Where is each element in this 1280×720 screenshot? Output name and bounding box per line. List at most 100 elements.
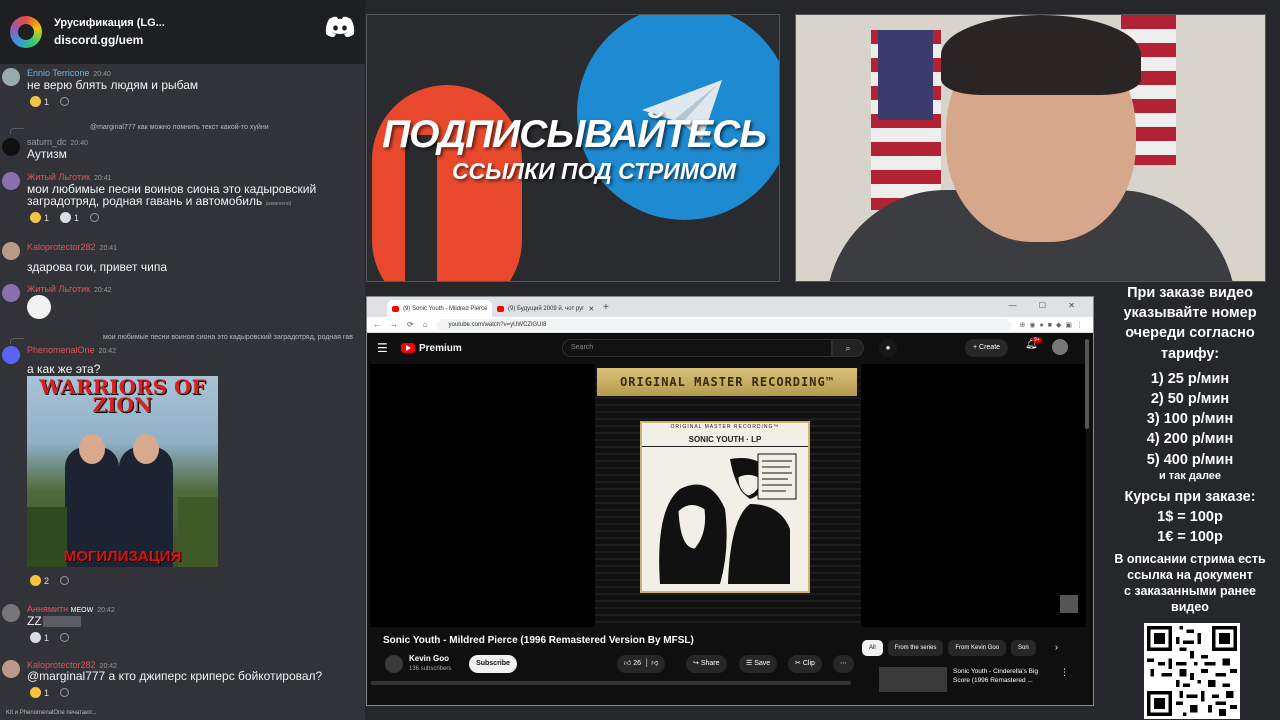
chat-message: Kaloprotector282 20:42 @marginal777 а кто… [0, 658, 365, 702]
subscribe-banner: ПОДПИСЫВАЙТЕСЬ ССЫЛКИ ПОД СТРИМОМ [366, 14, 780, 282]
username: PhenomenalOne 20:42 [27, 345, 117, 355]
thumbs-down-icon[interactable]: 👎︎ [651, 660, 658, 667]
youtube-logo[interactable]: Premium [401, 343, 462, 354]
qr-code-icon [1147, 626, 1237, 716]
add-reaction-icon[interactable] [90, 213, 100, 222]
chip-related[interactable]: Son [1011, 640, 1036, 656]
sticker-image [27, 295, 51, 319]
tab-bar: (9) Sonic Youth - Mildred Pierce✕ (9) Бу… [367, 297, 1093, 317]
discord-logo-icon [325, 16, 355, 37]
notification-count-badge: 9+ [1032, 337, 1042, 343]
extension-icons[interactable]: ⊕◉●■◆▣⋮ [1020, 321, 1087, 329]
avatar [2, 172, 20, 190]
horizontal-scrollbar[interactable] [371, 681, 851, 685]
reply-preview[interactable]: мои любимые песни воинов сиона это кадыр… [103, 334, 353, 341]
thumbs-up-icon: 👍︎ [624, 660, 632, 667]
chip-from-channel[interactable]: From Kevin Goo [948, 640, 1007, 656]
banner-subline: ССЫЛКИ ПОД СТРИМОМ [451, 158, 737, 184]
album-banner: ORIGINAL MASTER RECORDING™ [597, 368, 857, 396]
youtube-favicon-icon [497, 305, 504, 312]
save-button[interactable]: ☰ Save [739, 655, 778, 673]
subscriber-count: 136 subscribers [409, 666, 452, 672]
share-icon: ↪ [693, 660, 699, 667]
username: Житый Льготик 20:42 [27, 284, 112, 294]
video-player[interactable]: ORIGINAL MASTER RECORDING™ ORIGINAL MAST… [370, 364, 1086, 627]
reaction-bar[interactable]: 1 1 [30, 212, 100, 223]
chat-header: Урусификация (LG... discord.gg/uem [0, 0, 365, 64]
address-bar: ← → ⟳ ⌂ youtube.com/watch?v=yUWCZlGUI8 ⊕… [367, 317, 1093, 333]
chat-message: Житый Льготик 20:42 [0, 282, 365, 324]
related-filter-chips: All From the series From Kevin Goo Son [862, 640, 1036, 656]
page-scrollbar[interactable] [1085, 339, 1089, 429]
chat-message: Аннямитн MEOW 20:42 ZZ 1 [0, 602, 365, 648]
create-button[interactable]: + Create [965, 339, 1009, 357]
channel-name[interactable]: Kevin Goo [409, 654, 449, 663]
username: Житый Льготик 20:41 [27, 172, 112, 182]
message-text: а как же эта? [27, 362, 101, 376]
subscribe-button[interactable]: Subscribe [469, 655, 517, 673]
album-artwork [659, 453, 797, 584]
reload-icon[interactable]: ⟳ [407, 320, 414, 329]
like-button[interactable]: 👍︎ 26 │ 👎︎ [617, 655, 666, 673]
home-icon[interactable]: ⌂ [423, 320, 428, 329]
chevron-right-icon[interactable]: › [1055, 642, 1058, 652]
emoji-icon [30, 96, 41, 107]
chat-message: Ennio Terricone 20:40 не верю блять людям… [0, 66, 365, 110]
watermark-thumbnail [1060, 595, 1078, 613]
order-info-panel: При заказе видео указывайте номер очеред… [1114, 285, 1266, 615]
add-reaction-icon[interactable] [60, 97, 70, 106]
add-reaction-icon[interactable] [60, 688, 70, 697]
reaction-bar[interactable]: 1 [30, 96, 70, 107]
meme-caption-top: WARRIORS OF ZION [39, 376, 206, 417]
meme-image[interactable]: WARRIORS OF ZION МОГИЛИЗАЦИЯ [27, 376, 218, 567]
chip-all[interactable]: All [862, 640, 883, 656]
new-tab-button[interactable]: + [603, 302, 609, 313]
message-text: здарова гои, привет чипа [27, 260, 168, 274]
recommended-thumbnail[interactable] [879, 667, 947, 692]
add-reaction-icon[interactable] [60, 633, 70, 642]
avatar [2, 660, 20, 678]
avatar [2, 242, 20, 260]
recommended-title[interactable]: Sonic Youth - Cinderella's Big Score (19… [953, 667, 1048, 685]
username: Kaloprotector282 20:41 [27, 242, 118, 252]
hamburger-menu-icon[interactable]: ☰ [377, 341, 395, 355]
forward-icon[interactable]: → [390, 320, 398, 329]
discord-chat-overlay: Урусификация (LG... discord.gg/uem Ennio… [0, 0, 365, 720]
reaction-bar[interactable]: 2 [30, 575, 70, 586]
microphone-icon[interactable]: ● [879, 339, 897, 357]
back-icon[interactable]: ← [373, 320, 381, 329]
video-title: Sonic Youth - Mildred Pierce (1996 Remas… [383, 635, 694, 646]
more-actions-button[interactable]: ⋯ [833, 655, 854, 673]
browser-tab[interactable]: (9) Sonic Youth - Mildred Pierce✕ [387, 300, 492, 317]
share-button[interactable]: ↪ Share [686, 655, 727, 673]
avatar [2, 68, 20, 86]
account-avatar[interactable] [1052, 339, 1068, 355]
window-controls[interactable]: — ☐ ✕ [1009, 301, 1085, 310]
username: saturn_dc 20:40 [27, 137, 89, 147]
add-reaction-icon[interactable] [60, 576, 70, 585]
chip-from-series[interactable]: From the series [887, 640, 944, 656]
spoiler[interactable] [42, 616, 81, 628]
server-name: Урусификация (LG... [54, 17, 165, 29]
more-options-icon[interactable]: ⋮ [1060, 667, 1069, 678]
avatar [2, 346, 20, 364]
typing-indicator: Kit и PhenomenalOne печатают... [6, 710, 97, 716]
album-cover: ORIGINAL MASTER RECORDING™ SONIC YOUTH ·… [640, 421, 810, 593]
search-icon[interactable]: ⌕ [832, 339, 864, 357]
channel-avatar[interactable] [385, 655, 403, 673]
clip-button[interactable]: ✂ Clip [788, 655, 822, 673]
url-field[interactable]: youtube.com/watch?v=yUWCZlGUI8 [436, 318, 1011, 331]
browser-window: (9) Sonic Youth - Mildred Pierce✕ (9) Бу… [366, 296, 1094, 706]
scissors-icon: ✂ [795, 660, 801, 667]
search-input[interactable]: Search [562, 339, 832, 357]
reaction-bar[interactable]: 1 [30, 632, 70, 643]
reaction-bar[interactable]: 1 [30, 687, 70, 698]
browser-tab[interactable]: (9) Будущий 2009 й, чот руг ✕ [492, 300, 597, 317]
webcam-feed [795, 14, 1266, 282]
chat-message: Житый Льготик 20:41 мои любимые песни вои… [0, 170, 365, 230]
youtube-header: ☰ Premium Search ⌕ ● + Create 🔔︎ 9+ [367, 333, 1093, 363]
reply-preview[interactable]: @marginal777 как можно помнить текст как… [90, 124, 269, 131]
avatar [2, 138, 20, 156]
server-icon [10, 16, 42, 48]
close-tab-icon[interactable]: ✕ [588, 305, 594, 313]
